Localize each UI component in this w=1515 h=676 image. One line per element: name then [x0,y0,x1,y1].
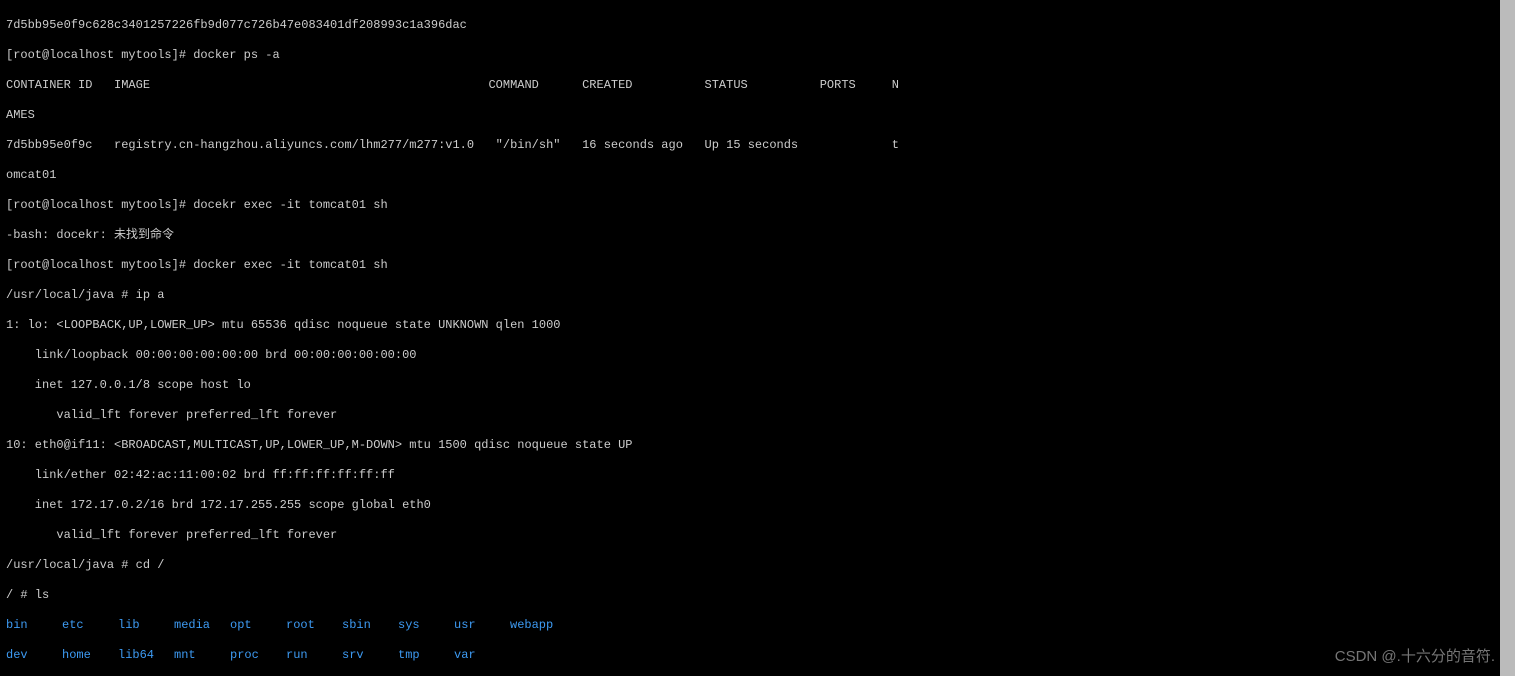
prompt-line: [root@localhost mytools]# docekr exec -i… [6,198,1494,213]
output-line: CONTAINER ID IMAGE COMMAND CREATED STATU… [6,78,1494,93]
output-line: 7d5bb95e0f9c registry.cn-hangzhou.aliyun… [6,138,1494,153]
output-line: omcat01 [6,168,1494,183]
dir: root [286,618,342,633]
prompt-line: /usr/local/java # ip a [6,288,1494,303]
output-line: inet 172.17.0.2/16 brd 172.17.255.255 sc… [6,498,1494,513]
output-line: 1: lo: <LOOPBACK,UP,LOWER_UP> mtu 65536 … [6,318,1494,333]
output-line: valid_lft forever preferred_lft forever [6,408,1494,423]
dir: run [286,648,342,663]
dir: usr [454,618,510,633]
prompt-line: /usr/local/java # cd / [6,558,1494,573]
dir: sys [398,618,454,633]
command-text: cd / [136,558,165,572]
ls-output: binetclibmediaoptrootsbinsysusrwebapp [6,618,1494,633]
dir: opt [230,618,286,633]
prompt-line: [root@localhost mytools]# docker ps -a [6,48,1494,63]
output-line: link/loopback 00:00:00:00:00:00 brd 00:0… [6,348,1494,363]
dir: etc [62,618,118,633]
dir: lib64 [118,648,174,663]
terminal-output[interactable]: 7d5bb95e0f9c628c3401257226fb9d077c726b47… [0,0,1500,676]
output-line: valid_lft forever preferred_lft forever [6,528,1494,543]
dir: lib [118,618,174,633]
output-line: AMES [6,108,1494,123]
dir: var [454,648,510,663]
command-text: docekr exec -it tomcat01 sh [193,198,387,212]
output-line: inet 127.0.0.1/8 scope host lo [6,378,1494,393]
dir: webapp [510,618,566,633]
error-line: -bash: docekr: 未找到命令 [6,228,1494,243]
dir: mnt [174,648,230,663]
dir: sbin [342,618,398,633]
dir: tmp [398,648,454,663]
command-text: ls [35,588,49,602]
prompt-line: [root@localhost mytools]# docker exec -i… [6,258,1494,273]
scrollbar-track[interactable] [1500,0,1515,676]
dir: dev [6,648,62,663]
output-line: 10: eth0@if11: <BROADCAST,MULTICAST,UP,L… [6,438,1494,453]
watermark-label: CSDN @.十六分的音符. [1335,649,1495,664]
command-text: docker ps -a [193,48,279,62]
ls-output: devhomelib64mntprocrunsrvtmpvar [6,648,1494,663]
command-text: ip a [136,288,165,302]
output-line: link/ether 02:42:ac:11:00:02 brd ff:ff:f… [6,468,1494,483]
command-text: docker exec -it tomcat01 sh [193,258,387,272]
dir: srv [342,648,398,663]
scrollbar-thumb[interactable] [1500,0,1515,676]
dir: proc [230,648,286,663]
dir: home [62,648,118,663]
dir: media [174,618,230,633]
output-line: 7d5bb95e0f9c628c3401257226fb9d077c726b47… [6,18,1494,33]
dir: bin [6,618,62,633]
prompt-line: / # ls [6,588,1494,603]
